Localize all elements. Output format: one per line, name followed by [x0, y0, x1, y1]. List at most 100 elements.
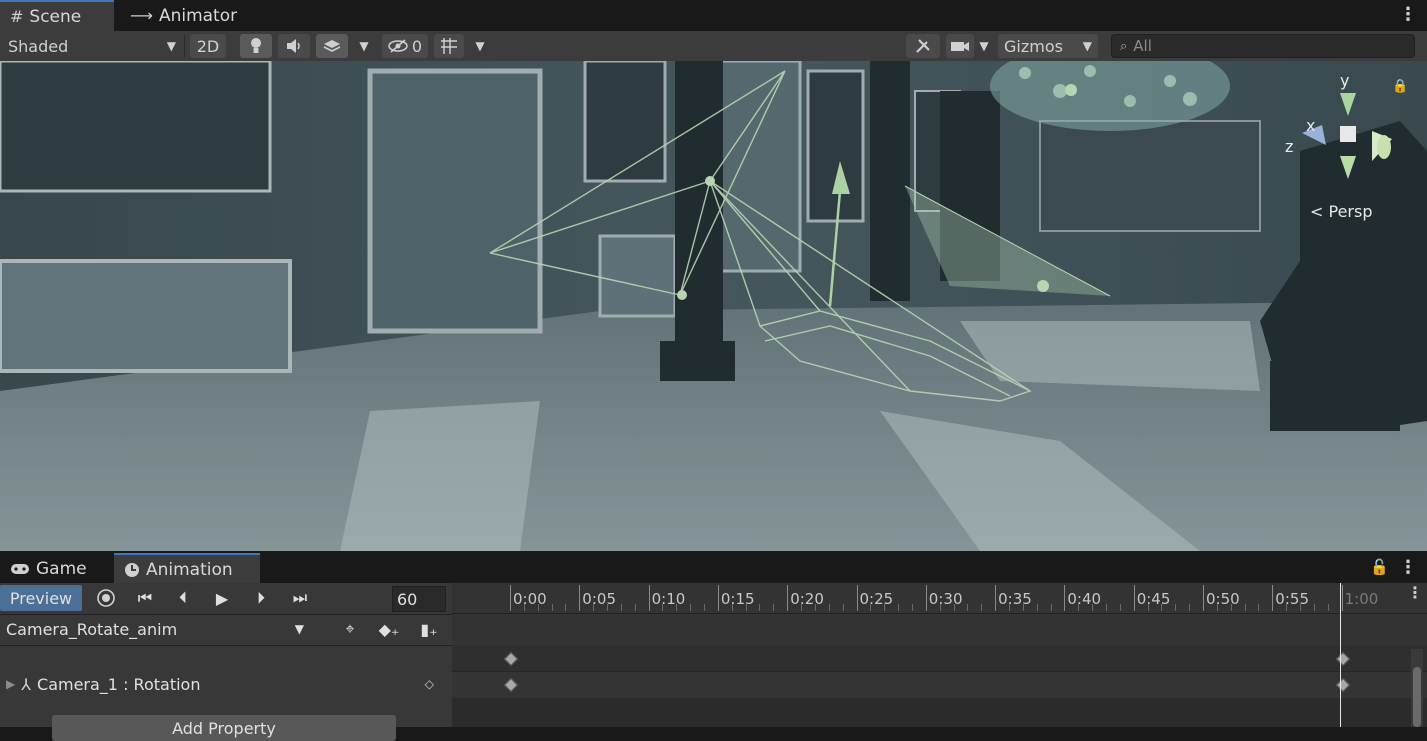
- ruler-tick-label: 0:30: [928, 590, 963, 608]
- ruler-tick-label: 0:50: [1206, 590, 1240, 608]
- vertical-scrollbar[interactable]: [1411, 649, 1423, 727]
- hidden-count: 0: [411, 36, 423, 56]
- ruler-minor-tick: [1036, 604, 1038, 611]
- add-property-label: Add Property: [172, 718, 276, 738]
- ruler-major-tick: [1203, 585, 1204, 611]
- keyframe-diamond-icon[interactable]: ◇: [425, 677, 434, 691]
- ruler-major-tick: [717, 585, 719, 611]
- animation-timeline[interactable]: 0:00 0:05 0:10 0:15 0:20 0:25 0:30 0:35 0:40 0:45…: [452, 583, 1427, 727]
- sample-rate-value: 60: [397, 589, 418, 609]
- ruler-tick-label: 0:05: [582, 590, 616, 608]
- ruler-minor-tick: [551, 604, 553, 611]
- divider: [184, 35, 185, 57]
- grid-dropdown[interactable]: ▼: [468, 34, 492, 58]
- ruler-minor-tick: [607, 604, 609, 611]
- camera-settings-button[interactable]: [946, 34, 974, 58]
- tab-animator[interactable]: ⟶ Animator: [120, 0, 250, 31]
- speaker-icon: [287, 39, 300, 53]
- play-icon: ▶: [215, 588, 229, 608]
- ruler-minor-tick: [1258, 604, 1260, 611]
- property-label: Camera_1 : Rotation: [37, 674, 201, 694]
- add-event-icon: ▮₊: [420, 619, 438, 639]
- ruler-minor-tick: [1078, 604, 1080, 611]
- sample-rate-field[interactable]: 60: [392, 586, 446, 612]
- audio-toggle-button[interactable]: [278, 34, 310, 58]
- camera-dropdown[interactable]: ▼: [974, 34, 994, 58]
- effects-dropdown[interactable]: ▼: [352, 34, 376, 58]
- ruler-tick-label: 1:00: [1344, 590, 1379, 608]
- lock-icon[interactable]: 🔓: [1370, 558, 1389, 576]
- gizmos-label: Gizmos: [1004, 36, 1063, 56]
- divider: [0, 614, 452, 615]
- event-track[interactable]: [452, 614, 1427, 645]
- chevron-left-icon: <: [1310, 202, 1324, 221]
- ruler-minor-tick: [814, 604, 816, 611]
- filter-selected-button[interactable]: ⌖: [334, 616, 366, 642]
- search-placeholder: All: [1133, 37, 1152, 55]
- more-options-icon[interactable]: ⋮: [1399, 557, 1417, 578]
- lighting-toggle-button[interactable]: [240, 34, 272, 58]
- eye-hidden-icon: [388, 39, 408, 53]
- step-forward-icon: ⏵: [256, 588, 265, 607]
- ruler-tick-label: 0:40: [1067, 590, 1102, 608]
- property-row[interactable]: ▶ ⅄ Camera_1 : Rotation ◇: [0, 671, 452, 697]
- scene-search-input[interactable]: ⌕ All: [1111, 34, 1415, 58]
- preview-button[interactable]: Preview: [0, 585, 82, 611]
- projection-toggle[interactable]: < Persp: [1310, 202, 1373, 221]
- ruler-minor-tick: [1300, 604, 1302, 611]
- tab-game-label: Game: [36, 558, 87, 579]
- next-keyframe-button[interactable]: ⏵: [244, 585, 278, 611]
- tools-button[interactable]: [906, 34, 940, 58]
- playhead[interactable]: [1340, 583, 1341, 727]
- toggle-2d-button[interactable]: 2D: [190, 34, 226, 58]
- ruler-minor-tick: [1119, 604, 1121, 611]
- gizmos-dropdown[interactable]: Gizmos ▼: [998, 34, 1098, 58]
- record-button[interactable]: [90, 585, 122, 611]
- time-ruler[interactable]: 0:00 0:05 0:10 0:15 0:20 0:25 0:30 0:35 0:40 0:45…: [452, 583, 1427, 614]
- add-keyframe-button[interactable]: ◆₊: [372, 616, 406, 642]
- more-options-icon[interactable]: ⋮: [1399, 4, 1417, 25]
- clip-selector-dropdown[interactable]: Camera_Rotate_anim ▼: [2, 616, 308, 642]
- ruler-minor-tick: [1286, 604, 1288, 611]
- ruler-minor-tick: [662, 604, 664, 611]
- wrench-icon: [916, 39, 930, 53]
- tab-animator-label: Animator: [158, 5, 238, 26]
- scene-visibility-button[interactable]: 0: [382, 34, 428, 58]
- scene-render: [0, 61, 1427, 551]
- ruler-minor-tick: [1008, 604, 1010, 611]
- add-event-button[interactable]: ▮₊: [412, 616, 446, 642]
- property-track[interactable]: [452, 671, 1427, 698]
- ruler-major-tick: [1133, 585, 1135, 611]
- tab-scene[interactable]: # Scene: [0, 0, 114, 31]
- scrollbar-thumb[interactable]: [1413, 667, 1421, 727]
- axis-x-label: x: [1306, 116, 1316, 135]
- grid-snap-button[interactable]: [434, 34, 464, 58]
- ruler-minor-tick: [634, 604, 636, 611]
- projection-label: Persp: [1328, 202, 1373, 221]
- shading-mode-label: Shaded: [8, 36, 69, 56]
- shading-mode-dropdown[interactable]: Shaded ▼: [4, 34, 180, 58]
- ruler-major-tick: [1341, 585, 1343, 611]
- summary-track[interactable]: [452, 645, 1427, 671]
- ruler-major-tick: [1064, 585, 1066, 611]
- last-keyframe-button[interactable]: ⏭: [282, 585, 318, 611]
- lock-icon[interactable]: 🔒: [1392, 79, 1408, 94]
- ruler-minor-tick: [1313, 604, 1315, 611]
- play-button[interactable]: ▶: [204, 585, 240, 611]
- add-property-button[interactable]: Add Property: [52, 715, 396, 741]
- first-keyframe-button[interactable]: ⏮: [128, 585, 162, 611]
- tab-game[interactable]: Game: [0, 553, 110, 584]
- gamepad-icon: [11, 563, 29, 574]
- tab-animation[interactable]: Animation: [114, 553, 260, 584]
- ruler-major-tick: [1272, 585, 1274, 611]
- more-options-icon[interactable]: ⋮: [1407, 583, 1423, 602]
- axis-z-label: z: [1285, 137, 1294, 156]
- ruler-minor-tick: [911, 604, 913, 611]
- previous-keyframe-button[interactable]: ⏴: [166, 585, 200, 611]
- ruler-tick-label: 0:25: [859, 590, 894, 608]
- ruler-minor-tick: [704, 604, 706, 611]
- step-back-icon: ⏴: [178, 588, 187, 607]
- crosshair-icon: ⌖: [345, 619, 355, 638]
- effects-toggle-button[interactable]: [316, 34, 348, 58]
- scene-view[interactable]: y x z 🔒 < Persp: [0, 61, 1427, 551]
